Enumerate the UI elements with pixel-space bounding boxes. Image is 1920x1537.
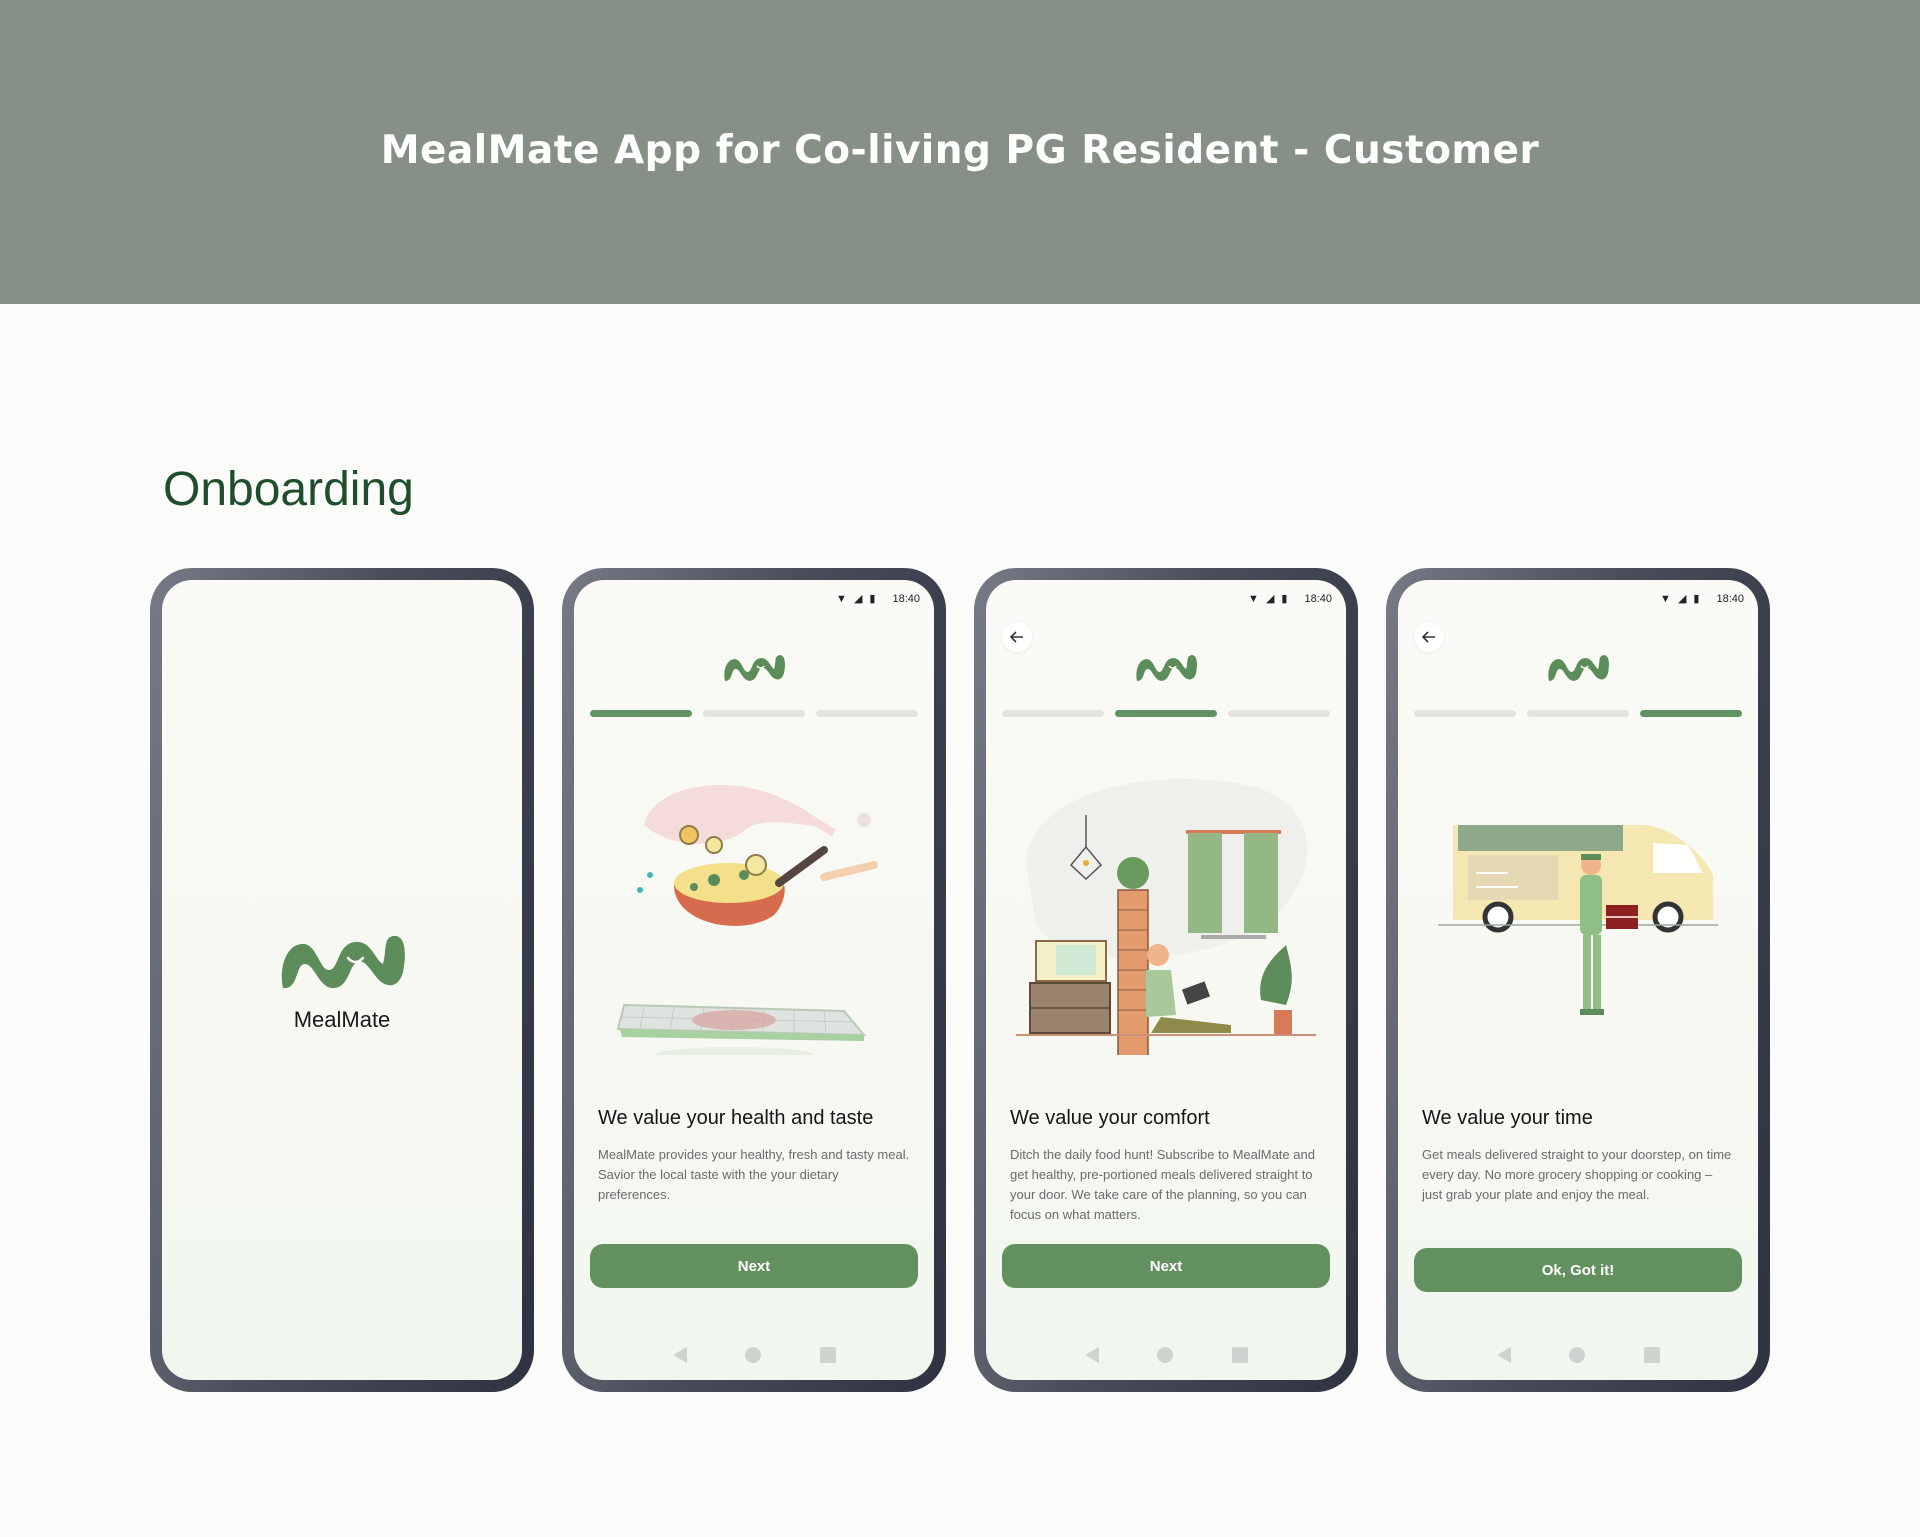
onboarding-description: Ditch the daily food hunt! Subscribe to … bbox=[1010, 1147, 1315, 1222]
progress-step-1 bbox=[1002, 710, 1104, 717]
phone-onboarding-3: ▼ ◢ ▮ 18:40 We value your time Get meals… bbox=[1386, 568, 1770, 1392]
header-banner: MealMate App for Co-living PG Resident -… bbox=[0, 0, 1920, 304]
onboarding-heading: We value your comfort bbox=[1010, 1107, 1210, 1129]
nav-recent-icon[interactable] bbox=[819, 1347, 836, 1363]
delivery-van-icon bbox=[1438, 825, 1718, 1015]
progress-step-3 bbox=[1228, 710, 1330, 717]
battery-icon: ▮ bbox=[1693, 593, 1700, 605]
back-button[interactable] bbox=[1414, 622, 1444, 652]
battery-icon: ▮ bbox=[1281, 593, 1288, 605]
onboarding-heading: We value your health and taste bbox=[598, 1107, 874, 1129]
arrow-left-icon bbox=[1422, 631, 1435, 643]
phone-splash: MealMate bbox=[150, 568, 534, 1392]
progress-step-1 bbox=[590, 710, 692, 717]
onboarding-screen-2: ▼ ◢ ▮ 18:40 We value your comfort Ditch … bbox=[986, 580, 1346, 1380]
status-time: 18:40 bbox=[1304, 592, 1332, 605]
nav-home-icon[interactable] bbox=[745, 1347, 761, 1363]
mealmate-logo-icon bbox=[724, 655, 785, 681]
mealmate-logo-icon bbox=[281, 935, 405, 989]
android-nav-bar bbox=[986, 1342, 1346, 1368]
nav-recent-icon[interactable] bbox=[1643, 1347, 1660, 1363]
battery-icon: ▮ bbox=[869, 593, 876, 605]
progress-step-2 bbox=[1527, 710, 1629, 717]
arrow-left-icon bbox=[1010, 631, 1023, 643]
next-button[interactable]: Next bbox=[590, 1244, 918, 1288]
android-nav-bar bbox=[574, 1342, 934, 1368]
status-bar: ▼ ◢ ▮ 18:40 bbox=[836, 592, 920, 606]
progress-step-1 bbox=[1414, 710, 1516, 717]
back-button[interactable] bbox=[1002, 622, 1032, 652]
status-bar: ▼ ◢ ▮ 18:40 bbox=[1248, 592, 1332, 606]
mealmate-logo-icon bbox=[1548, 655, 1609, 681]
next-button[interactable]: Next bbox=[1002, 1244, 1330, 1288]
onboarding-description: Get meals delivered straight to your doo… bbox=[1422, 1147, 1732, 1202]
signal-icon: ◢ bbox=[853, 593, 863, 605]
page-title: MealMate App for Co-living PG Resident -… bbox=[380, 128, 1540, 173]
nav-back-icon[interactable] bbox=[672, 1347, 687, 1363]
signal-icon: ◢ bbox=[1265, 593, 1275, 605]
wifi-icon: ▼ bbox=[836, 592, 847, 605]
progress-step-3 bbox=[816, 710, 918, 717]
section-title: Onboarding bbox=[163, 463, 414, 516]
cooking-pan-icon bbox=[616, 785, 878, 1055]
onboarding-screen-1: ▼ ◢ ▮ 18:40 We value your health and tas… bbox=[574, 580, 934, 1380]
relaxing-room-icon bbox=[1016, 778, 1316, 1055]
nav-home-icon[interactable] bbox=[1569, 1347, 1585, 1363]
onboarding-progress bbox=[1414, 710, 1742, 717]
wifi-icon: ▼ bbox=[1660, 592, 1671, 605]
splash-screen: MealMate bbox=[162, 580, 522, 1380]
onboarding-screen-3: ▼ ◢ ▮ 18:40 We value your time Get meals… bbox=[1398, 580, 1758, 1380]
signal-icon: ◢ bbox=[1677, 593, 1687, 605]
status-bar: ▼ ◢ ▮ 18:40 bbox=[1660, 592, 1744, 606]
progress-step-2 bbox=[1115, 710, 1217, 717]
progress-step-3 bbox=[1640, 710, 1742, 717]
onboarding-heading: We value your time bbox=[1422, 1107, 1593, 1129]
android-nav-bar bbox=[1398, 1342, 1758, 1368]
onboarding-progress bbox=[1002, 710, 1330, 717]
onboarding-progress bbox=[590, 710, 918, 717]
nav-home-icon[interactable] bbox=[1157, 1347, 1173, 1363]
mealmate-logo-icon bbox=[1136, 655, 1197, 681]
nav-back-icon[interactable] bbox=[1084, 1347, 1099, 1363]
status-time: 18:40 bbox=[892, 592, 920, 605]
nav-recent-icon[interactable] bbox=[1231, 1347, 1248, 1363]
got-it-button[interactable]: Ok, Got it! bbox=[1414, 1248, 1742, 1292]
progress-step-2 bbox=[703, 710, 805, 717]
wifi-icon: ▼ bbox=[1248, 592, 1259, 605]
app-name: MealMate bbox=[293, 1007, 391, 1032]
phone-onboarding-2: ▼ ◢ ▮ 18:40 We value your comfort Ditch … bbox=[974, 568, 1358, 1392]
onboarding-description: MealMate provides your healthy, fresh an… bbox=[598, 1147, 910, 1202]
nav-back-icon[interactable] bbox=[1496, 1347, 1511, 1363]
status-time: 18:40 bbox=[1716, 592, 1744, 605]
phone-onboarding-1: ▼ ◢ ▮ 18:40 We value your health and tas… bbox=[562, 568, 946, 1392]
